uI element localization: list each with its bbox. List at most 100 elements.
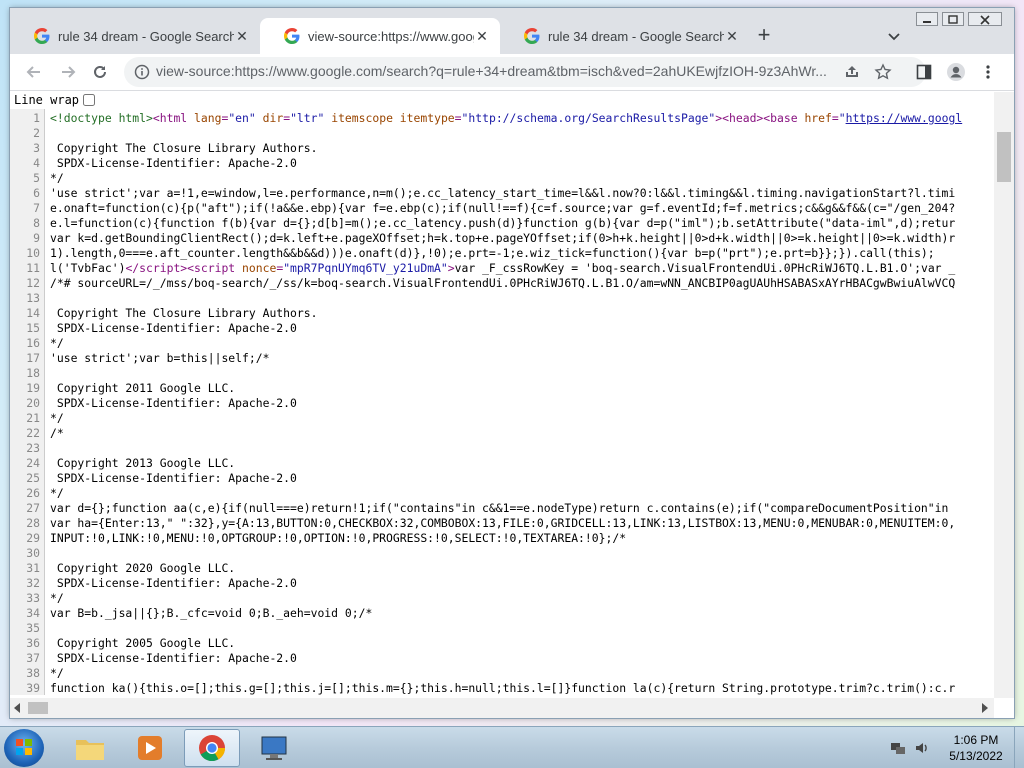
scroll-right-icon[interactable] — [980, 703, 988, 713]
folder-icon — [76, 740, 104, 760]
line-code: <!doctype html><html lang="en" dir="ltr"… — [50, 111, 963, 125]
line-number: 35 — [26, 621, 40, 635]
address-bar[interactable]: view-source:https://www.google.com/searc… — [124, 57, 926, 87]
line-code: SPDX-License-Identifier: Apache-2.0 — [50, 321, 297, 335]
minimize-icon — [923, 21, 931, 23]
line-number: 18 — [26, 366, 40, 380]
media-player-icon — [138, 736, 162, 760]
line-number: 1 — [33, 111, 40, 125]
line-code: l('TvbFac')</script><script nonce="mpR7P… — [50, 261, 956, 275]
line-code: var ha={Enter:13," ":32},y={A:13,BUTTON:… — [50, 516, 956, 530]
line-number: 33 — [26, 591, 40, 605]
chrome-window: rule 34 dream - Google Search ✕ view-sou… — [10, 8, 1014, 718]
line-code: Copyright The Closure Library Authors. — [50, 306, 318, 320]
line-code: 1).length,0===e.aft_counter.length&&b&&d… — [50, 246, 935, 260]
line-number: 30 — [26, 546, 40, 560]
restore-icon — [948, 15, 958, 24]
back-button[interactable] — [24, 62, 44, 82]
line-code: Copyright 2011 Google LLC. — [50, 381, 236, 395]
clock-time: 1:06 PM — [953, 733, 999, 747]
line-number: 3 — [33, 141, 40, 155]
line-number: 36 — [26, 636, 40, 650]
show-desktop-button[interactable] — [1014, 727, 1024, 768]
start-button[interactable] — [4, 729, 44, 767]
line-code: var k=d.getBoundingClientRect();d=k.left… — [50, 231, 956, 245]
vertical-scrollbar[interactable] — [994, 92, 1014, 698]
line-code: Copyright 2013 Google LLC. — [50, 456, 236, 470]
tab-google-search-2[interactable]: rule 34 dream - Google Search ✕ — [500, 18, 750, 54]
line-code: 'use strict';var a=!1,e=window,l=e.perfo… — [50, 186, 956, 200]
line-code: e.l=function(c){function f(b){var d={};d… — [50, 216, 956, 230]
back-arrow-icon — [26, 66, 40, 78]
line-code: INPUT:!0,LINK:!0,MENU:!0,OPTGROUP:!0,OPT… — [50, 531, 627, 545]
url-text[interactable]: view-source:https://www.google.com/searc… — [156, 63, 828, 79]
tab-strip: rule 34 dream - Google Search ✕ view-sou… — [10, 8, 1014, 54]
line-number: 8 — [33, 216, 40, 230]
google-icon — [34, 28, 50, 44]
line-code: */ — [50, 171, 64, 185]
volume-icon[interactable] — [914, 740, 930, 756]
line-number: 4 — [33, 156, 40, 170]
side-panel-icon — [916, 64, 932, 80]
line-code: SPDX-License-Identifier: Apache-2.0 — [50, 651, 297, 665]
line-number: 37 — [26, 651, 40, 665]
line-wrap-checkbox[interactable] — [83, 94, 96, 106]
forward-button[interactable] — [58, 62, 78, 82]
line-code: SPDX-License-Identifier: Apache-2.0 — [50, 396, 297, 410]
taskbar-explorer[interactable] — [62, 729, 118, 767]
line-number: 10 — [26, 246, 40, 260]
system-clock[interactable]: 1:06 PM 5/13/2022 — [946, 732, 1006, 764]
maximize-button[interactable] — [942, 12, 964, 26]
line-code: */ — [50, 666, 64, 680]
chrome-icon — [199, 735, 226, 762]
new-tab-button[interactable]: + — [754, 24, 774, 46]
close-tab-icon[interactable]: ✕ — [234, 28, 250, 44]
taskbar-remote-desktop[interactable] — [246, 729, 302, 767]
line-number: 12 — [26, 276, 40, 290]
tab-search-icon[interactable] — [886, 28, 902, 44]
tab-view-source[interactable]: view-source:https://www.google ✕ — [260, 18, 500, 54]
profile-button[interactable] — [946, 62, 966, 82]
vertical-scroll-thumb[interactable] — [997, 132, 1011, 182]
line-number: 31 — [26, 561, 40, 575]
close-window-button[interactable] — [968, 12, 1002, 26]
horizontal-scrollbar[interactable] — [10, 698, 994, 718]
line-code: /*# sourceURL=/_/mss/boq-search/_/ss/k=b… — [50, 276, 956, 290]
minimize-button[interactable] — [916, 12, 938, 26]
line-code: /* — [50, 426, 64, 440]
share-icon[interactable] — [844, 64, 860, 80]
line-code: SPDX-License-Identifier: Apache-2.0 — [50, 576, 297, 590]
line-number: 14 — [26, 306, 40, 320]
line-number: 21 — [26, 411, 40, 425]
line-number: 22 — [26, 426, 40, 440]
taskbar-media-player[interactable] — [122, 729, 178, 767]
google-icon — [284, 28, 300, 44]
close-icon — [980, 15, 990, 25]
line-number: 29 — [26, 531, 40, 545]
info-icon[interactable] — [134, 64, 150, 80]
line-code: */ — [50, 486, 64, 500]
network-icon[interactable] — [890, 740, 906, 756]
side-panel-button[interactable] — [914, 62, 934, 82]
tab-google-search-1[interactable]: rule 34 dream - Google Search ✕ — [10, 18, 260, 54]
menu-button[interactable] — [978, 62, 998, 82]
windows-logo-icon — [16, 739, 32, 755]
scroll-left-icon[interactable] — [14, 703, 22, 713]
browser-toolbar: view-source:https://www.google.com/searc… — [10, 54, 1014, 91]
close-tab-icon[interactable]: ✕ — [474, 28, 490, 44]
forward-arrow-icon — [62, 66, 76, 78]
bookmark-star-icon[interactable] — [874, 63, 892, 81]
line-wrap-label: Line wrap — [14, 93, 80, 107]
source-code-view[interactable]: 1 <!doctype html><html lang="en" dir="ltr… — [10, 109, 994, 695]
taskbar-chrome[interactable] — [184, 729, 240, 767]
monitor-icon — [261, 736, 287, 760]
clock-date: 5/13/2022 — [949, 749, 1003, 763]
line-code: Copyright 2005 Google LLC. — [50, 636, 236, 650]
close-tab-icon[interactable]: ✕ — [724, 28, 740, 44]
line-number: 9 — [33, 231, 40, 245]
line-number: 25 — [26, 471, 40, 485]
horizontal-scroll-thumb[interactable] — [28, 702, 48, 714]
line-code: 'use strict';var b=this||self;/* — [50, 351, 270, 365]
reload-button[interactable] — [90, 62, 110, 82]
line-code: */ — [50, 591, 64, 605]
